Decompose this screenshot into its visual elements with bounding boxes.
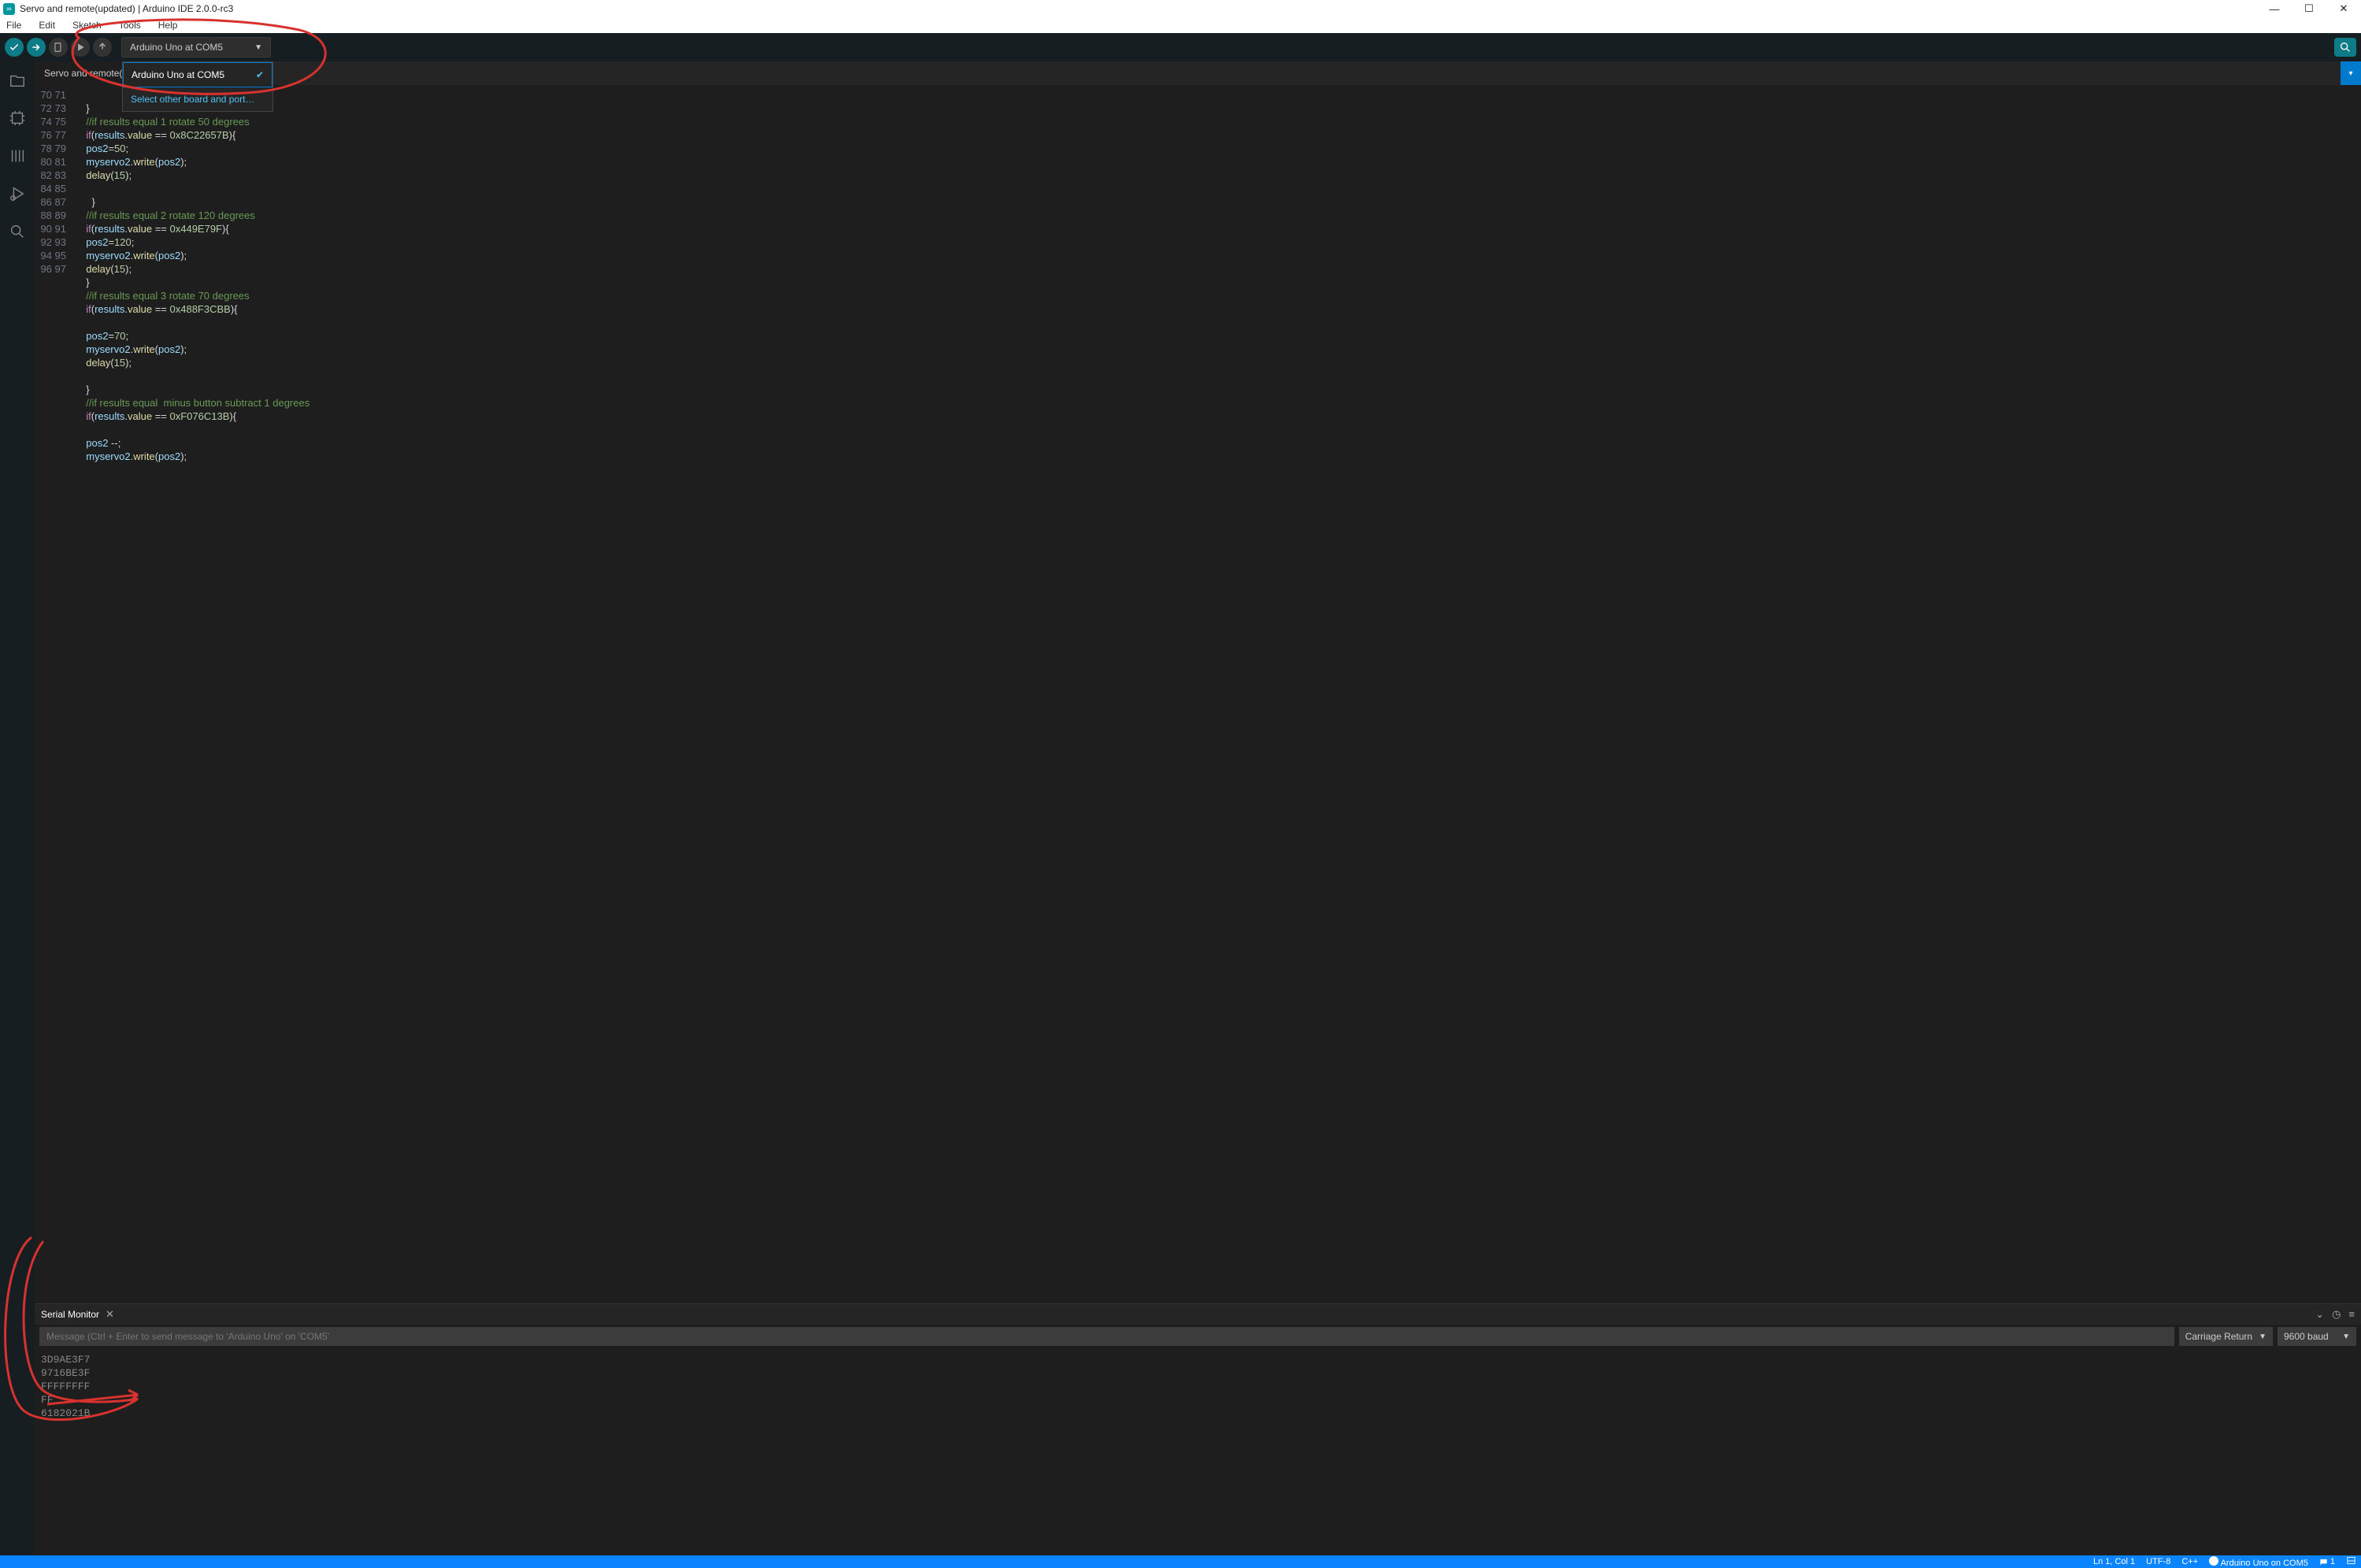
collapse-icon[interactable]: ⌄ [2315, 1308, 2324, 1321]
app-icon: ∞ [3, 3, 15, 15]
window-title: Servo and remote(updated) | Arduino IDE … [20, 3, 2257, 14]
status-board[interactable]: Arduino Uno on COM5 [2209, 1556, 2308, 1568]
verify-button[interactable] [5, 38, 24, 57]
tabbar: Servo and remote(updated).ino ▾ [35, 61, 2361, 85]
menubar: File Edit Sketch Tools Help [0, 17, 2361, 33]
menu-help[interactable]: Help [155, 18, 181, 32]
board-option-selected[interactable]: Arduino Uno at COM5 ✔ [123, 62, 272, 87]
comment-icon [2319, 1558, 2328, 1566]
board-option-label: Arduino Uno at COM5 [132, 69, 224, 80]
status-notifications[interactable]: 1 [2319, 1557, 2335, 1566]
sidebar [0, 61, 35, 1555]
toolbar: Arduino Uno at COM5 ▼ Arduino Uno at COM… [0, 33, 2361, 61]
check-icon: ✔ [256, 69, 264, 80]
baud-label: 9600 baud [2284, 1331, 2329, 1342]
library-manager-icon[interactable] [8, 146, 27, 165]
boards-manager-icon[interactable] [8, 109, 27, 128]
caret-down-icon: ▼ [254, 43, 262, 52]
code-editor[interactable]: 70 71 72 73 74 75 76 77 78 79 80 81 82 8… [35, 85, 2361, 1303]
status-layout-icon[interactable] [2346, 1556, 2356, 1567]
caret-down-icon: ▼ [2259, 1333, 2266, 1341]
debug-icon[interactable] [8, 184, 27, 203]
status-encoding[interactable]: UTF-8 [2146, 1557, 2170, 1566]
new-sketch-button[interactable] [49, 38, 68, 57]
tab-overflow-button[interactable]: ▾ [2341, 61, 2361, 85]
menu-sketch[interactable]: Sketch [69, 18, 105, 32]
titlebar: ∞ Servo and remote(updated) | Arduino ID… [0, 0, 2361, 17]
serial-monitor-panel: Serial Monitor ✕ ⌄ ◷ ≡ Carriage Return ▼… [35, 1303, 2361, 1555]
serial-output: 3D9AE3F7 9716BE3F FFFFFFFF FF 6182021B [35, 1348, 2361, 1555]
line-ending-select[interactable]: Carriage Return ▼ [2179, 1327, 2273, 1346]
board-option-other[interactable]: Select other board and port… [123, 87, 272, 111]
code-area[interactable]: } //if results equal 1 rotate 50 degrees… [74, 85, 2361, 1303]
open-button[interactable] [93, 38, 112, 57]
sketchbook-icon[interactable] [8, 71, 27, 90]
debug-button[interactable] [71, 38, 90, 57]
caret-down-icon: ▼ [2342, 1333, 2350, 1341]
maximize-button[interactable]: ☐ [2292, 0, 2326, 17]
board-dropdown: Arduino Uno at COM5 ✔ Select other board… [122, 61, 273, 112]
status-language[interactable]: C++ [2181, 1557, 2198, 1566]
baud-select[interactable]: 9600 baud ▼ [2278, 1327, 2356, 1346]
search-icon[interactable] [8, 222, 27, 241]
line-ending-label: Carriage Return [2185, 1331, 2252, 1342]
menu-tools[interactable]: Tools [116, 18, 144, 32]
serial-monitor-tab[interactable]: Serial Monitor [41, 1309, 99, 1320]
board-option-other-label: Select other board and port… [131, 94, 254, 105]
menu-lines-icon[interactable]: ≡ [2348, 1308, 2355, 1321]
close-icon[interactable]: ✕ [106, 1308, 114, 1321]
status-cursor[interactable]: Ln 1, Col 1 [2093, 1557, 2135, 1566]
serial-plotter-button[interactable] [2334, 38, 2356, 57]
board-select-label: Arduino Uno at COM5 [130, 42, 223, 53]
statusbar: Ln 1, Col 1 UTF-8 C++ Arduino Uno on COM… [0, 1555, 2361, 1568]
menu-edit[interactable]: Edit [35, 18, 58, 32]
clock-icon[interactable]: ◷ [2332, 1308, 2341, 1321]
serial-input[interactable] [39, 1327, 2174, 1346]
upload-button[interactable] [27, 38, 46, 57]
menu-file[interactable]: File [3, 18, 24, 32]
plug-icon [2209, 1556, 2218, 1566]
board-select[interactable]: Arduino Uno at COM5 ▼ [121, 37, 271, 57]
close-button[interactable]: ✕ [2326, 0, 2361, 17]
gutter: 70 71 72 73 74 75 76 77 78 79 80 81 82 8… [35, 85, 74, 1303]
minimize-button[interactable]: — [2257, 0, 2292, 17]
